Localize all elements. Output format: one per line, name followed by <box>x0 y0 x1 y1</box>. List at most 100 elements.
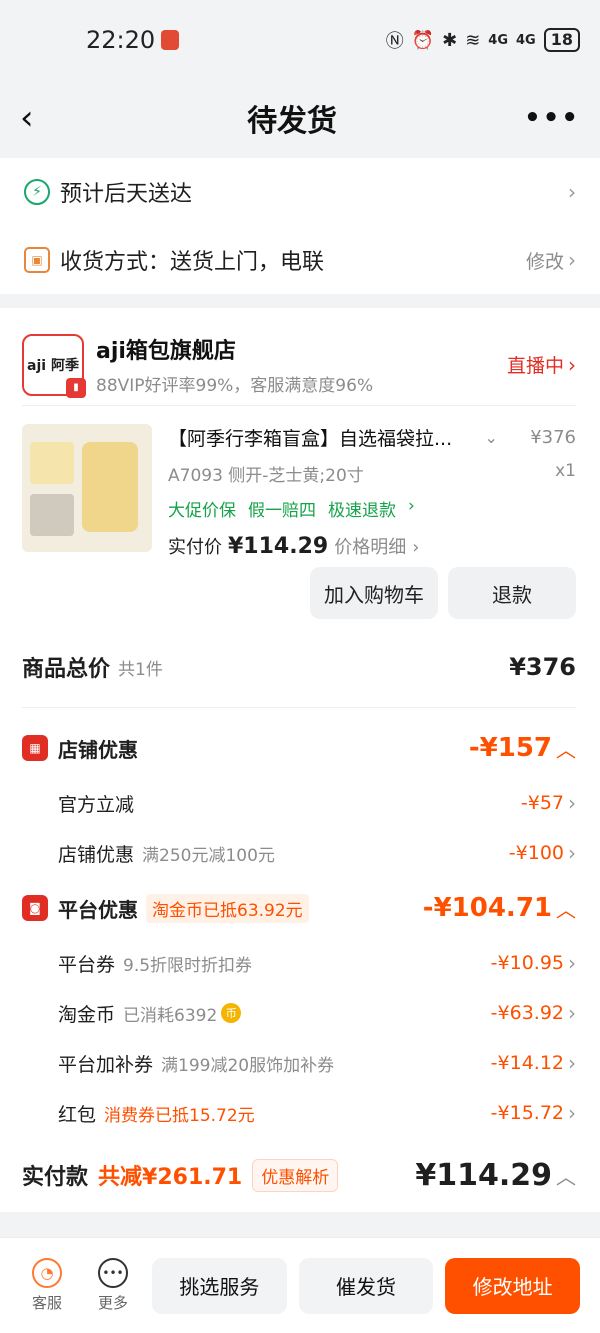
price-detail-link[interactable]: 价格明细 <box>334 533 406 559</box>
discount-item-label: 店铺优惠 <box>58 843 135 866</box>
store-rating: 88VIP好评率99%，客服满意度96% <box>96 376 374 396</box>
final-payment-amount: ¥114.29 <box>415 1157 552 1193</box>
discount-item[interactable]: 平台券 9.5折限时折扣券 -¥10.95 › <box>22 938 576 988</box>
order-card: aji 阿季 ▮ aji箱包旗舰店 88VIP好评率99%，客服满意度96% 直… <box>0 308 600 1212</box>
select-service-button[interactable]: 挑选服务 <box>152 1257 287 1314</box>
more-options-icon[interactable]: ••• <box>524 103 580 133</box>
urge-shipment-button[interactable]: 催发货 <box>298 1257 434 1314</box>
chevron-up-icon[interactable]: ︿ <box>556 894 576 923</box>
discount-item[interactable]: 红包 消费券已抵15.72元 -¥15.72 › <box>22 1088 576 1138</box>
goods-count: 共1件 <box>118 659 163 680</box>
customer-service-icon: ◔ <box>32 1258 62 1288</box>
shop-discount-row[interactable]: ▦ 店铺优惠 -¥157 ︿ <box>22 718 576 778</box>
store-logo-text: aji 阿季 <box>27 357 79 374</box>
more-dots-icon: ••• <box>98 1258 128 1288</box>
customer-service-button[interactable]: ◔ 客服 <box>20 1258 74 1313</box>
goods-total-amount: ¥376 <box>509 653 576 681</box>
refund-button[interactable]: 退款 <box>448 567 576 619</box>
product-title: 【阿季行李箱盲盒】自选福袋拉... <box>168 428 453 450</box>
discount-item-label: 红包 <box>58 1103 97 1126</box>
chevron-right-icon: › <box>412 537 420 558</box>
product-row[interactable]: 【阿季行李箱盲盒】自选福袋拉... ⌄ ¥376 A7093 侧开-芝士黄;20… <box>22 406 576 559</box>
real-pay-label: 实付价 <box>168 537 222 558</box>
back-arrow-icon[interactable]: ‹ <box>20 98 60 138</box>
battery-icon: 18 <box>543 28 580 52</box>
discount-item[interactable]: 店铺优惠 满250元减100元 -¥100 › <box>22 828 576 878</box>
chevron-up-icon[interactable]: ︿ <box>556 1161 576 1190</box>
shop-discount-label: 店铺优惠 <box>58 737 138 762</box>
discount-item-label: 淘金币 <box>58 1003 116 1026</box>
tag-price-protect: 大促价保 <box>168 501 236 521</box>
more-button[interactable]: ••• 更多 <box>86 1258 140 1313</box>
discount-item-amount: -¥14.12 <box>490 1052 564 1074</box>
discount-item-amount: -¥63.92 <box>490 1002 564 1024</box>
discount-item-label: 平台券 <box>58 953 116 976</box>
image-detail-top <box>30 442 74 484</box>
live-badge[interactable]: 直播中 <box>507 351 564 378</box>
chevron-right-icon: › <box>568 1101 576 1125</box>
nfc-icon: Ⓝ <box>385 31 404 52</box>
product-qty: x1 <box>555 461 576 481</box>
add-to-cart-button[interactable]: 加入购物车 <box>310 567 438 619</box>
chevron-right-icon: › <box>568 791 576 815</box>
discount-item-note: 满199减20服饰加补券 <box>161 1055 335 1076</box>
store-header[interactable]: aji 阿季 ▮ aji箱包旗舰店 88VIP好评率99%，客服满意度96% 直… <box>22 324 576 406</box>
chevron-up-icon[interactable]: ︿ <box>556 734 576 763</box>
tag-fast-refund: 极速退款 <box>328 501 396 521</box>
discount-analysis-button[interactable]: 优惠解析 <box>252 1158 339 1192</box>
price-summary: 商品总价 共1件 ¥376 ▦ 店铺优惠 -¥157 ︿ 官方立减 -¥57 › … <box>22 637 576 1212</box>
store-name: aji箱包旗舰店 <box>96 339 236 364</box>
service-tags[interactable]: 大促价保 假一赔四 极速退款 › <box>168 496 576 521</box>
suitcase-graphic <box>82 442 138 532</box>
more-label: 更多 <box>97 1294 128 1312</box>
notification-badge-icon <box>161 30 180 50</box>
method-text: 收货方式：送货上门，电联 <box>60 250 325 275</box>
discount-item[interactable]: 官方立减 -¥57 › <box>22 778 576 828</box>
discount-item-amount: -¥15.72 <box>490 1102 564 1124</box>
wifi-icon: ≋ <box>465 29 481 51</box>
change-address-button[interactable]: 修改地址 <box>445 1257 581 1314</box>
discount-item-note: 消费券已抵15.72元 <box>104 1105 255 1126</box>
platform-discount-row[interactable]: ◙ 平台优惠 淘金币已抵63.92元 -¥104.71 ︿ <box>22 878 576 938</box>
signal-icon-2: 4G <box>516 32 536 48</box>
product-spec: A7093 侧开-芝士黄;20寸 <box>168 466 364 486</box>
lightning-icon: ⚡ <box>24 179 50 205</box>
discount-item-label: 平台加补券 <box>58 1053 154 1076</box>
chevron-right-icon: › <box>568 841 576 865</box>
system-icons: Ⓝ ⏰ ✱ ≋ 4G 4G 18 <box>386 27 580 53</box>
delivery-method-row[interactable]: ▣ 收货方式：送货上门，电联 修改 › <box>24 226 576 294</box>
modify-link[interactable]: 修改 <box>526 247 564 274</box>
final-payment-row: 实付款 共减¥261.71 优惠解析 ¥114.29 ︿ <box>22 1138 576 1212</box>
image-detail-bottom <box>30 494 74 536</box>
chevron-right-icon: › <box>568 248 576 272</box>
store-logo: aji 阿季 ▮ <box>22 333 86 398</box>
platform-icon: ◙ <box>22 895 48 921</box>
discount-item-note: 满250元减100元 <box>142 845 275 866</box>
goods-total-row: 商品总价 共1件 ¥376 <box>22 637 576 697</box>
platform-discount-label: 平台优惠 <box>58 897 138 922</box>
discount-item[interactable]: 平台加补券 满199减20服饰加补券 -¥14.12 › <box>22 1038 576 1088</box>
page-title: 待发货 <box>247 104 338 139</box>
discount-item-amount: -¥100 <box>508 842 564 864</box>
goods-total-label: 商品总价 <box>22 657 111 682</box>
chevron-right-icon: › <box>568 180 576 204</box>
discount-item-amount: -¥10.95 <box>490 952 564 974</box>
eta-text: 预计后天送达 <box>60 182 193 207</box>
discount-item[interactable]: 淘金币 已消耗6392 币 -¥63.92 › <box>22 988 576 1038</box>
product-actions: 加入购物车 退款 <box>22 559 576 637</box>
delivery-eta-row[interactable]: ⚡ 预计后天送达 › <box>24 158 576 226</box>
product-image[interactable] <box>22 424 152 552</box>
chevron-right-icon: › <box>568 1051 576 1075</box>
store-badge-icon: ▮ <box>66 377 86 398</box>
product-price: ¥376 <box>530 427 576 448</box>
shop-icon: ▦ <box>22 735 48 761</box>
bluetooth-icon: ✱ <box>442 29 458 51</box>
final-payment-label: 实付款 <box>22 1165 89 1190</box>
platform-discount-amount: -¥104.71 <box>422 893 552 923</box>
total-reduction: 共减¥261.71 <box>98 1165 243 1190</box>
chevron-down-icon[interactable]: ⌄ <box>484 428 497 447</box>
coin-icon: 币 <box>221 1003 242 1023</box>
tag-fake-compensation: 假一赔四 <box>248 501 316 521</box>
shop-discount-amount: -¥157 <box>468 733 552 763</box>
discount-item-label: 官方立减 <box>58 793 135 816</box>
